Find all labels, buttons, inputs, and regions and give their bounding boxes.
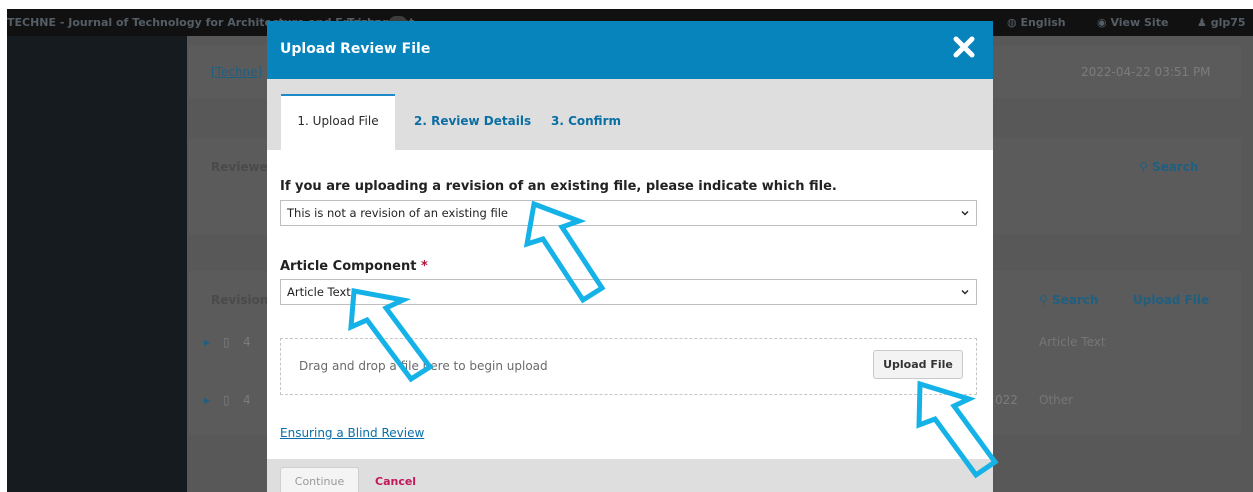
file-component: Article Text [1039,335,1106,349]
dropzone-text: Drag and drop a file here to begin uploa… [299,359,548,373]
expand-row-icon[interactable]: ▸ [204,335,210,349]
file-icon: ▯ [223,335,230,349]
file-date: 022 [995,393,1018,407]
file-id: 4 [243,335,251,349]
revision-select-value: This is not a revision of an existing fi… [287,206,508,220]
revisions-search[interactable]: ⚲ Search [1039,293,1098,307]
search-label: Search [1051,293,1099,307]
view-site-link[interactable]: ◉ View Site [1097,16,1168,29]
search-label: Search [1151,160,1199,174]
view-site-label: View Site [1110,16,1169,29]
modal-header: Upload Review File [267,21,993,79]
sidebar [7,36,187,492]
continue-button[interactable]: Continue [280,467,359,492]
revision-field-label: If you are uploading a revision of an ex… [280,179,837,194]
user-menu[interactable]: ♟ glp75 [1197,16,1246,29]
blind-review-link[interactable]: Ensuring a Blind Review [280,426,424,440]
upload-review-file-modal: Upload Review File 1. Upload File 2. Rev… [267,21,993,492]
search-icon: ⚲ [1139,160,1148,174]
file-component: Other [1039,393,1074,407]
search-icon: ⚲ [1039,293,1048,307]
modal-tabs: 1. Upload File 2. Review Details 3. Conf… [267,79,993,150]
revision-select[interactable]: This is not a revision of an existing fi… [280,200,977,226]
expand-row-icon[interactable]: ▸ [204,393,210,407]
cancel-link[interactable]: Cancel [375,475,416,488]
tab-confirm[interactable]: 3. Confirm [551,94,621,150]
application-window: TECHNE - Journal of Technology for Archi… [7,9,1253,492]
modal-title: Upload Review File [280,41,431,57]
component-field-label: Article Component * [280,259,428,274]
component-select[interactable]: Article Text [280,279,977,305]
revisions-heading: Revisions [211,293,276,307]
tab-upload-file[interactable]: 1. Upload File [281,94,395,150]
submission-link[interactable]: [Techne] [211,65,262,79]
chevron-down-icon [961,290,969,295]
eye-icon: ◉ [1097,16,1107,29]
required-marker: * [420,259,428,274]
file-icon: ▯ [223,393,230,407]
language-menu[interactable]: ◍ English [1007,16,1066,29]
file-id: 4 [243,393,251,407]
modal-footer: Continue Cancel [267,459,993,492]
submission-date: 2022-04-22 03:51 PM [1081,65,1211,79]
reviewer-files-search[interactable]: ⚲ Search [1139,160,1198,174]
component-select-value: Article Text [287,285,351,299]
upload-file-button[interactable]: Upload File [873,350,963,379]
component-label-text: Article Component [280,259,417,274]
globe-icon: ◍ [1007,16,1017,29]
file-dropzone[interactable]: Drag and drop a file here to begin uploa… [280,338,977,395]
chevron-down-icon [961,211,969,216]
close-icon[interactable] [952,35,976,59]
tab-review-details[interactable]: 2. Review Details [414,94,531,150]
language-label: English [1020,16,1066,29]
revisions-upload-file-link[interactable]: Upload File [1133,293,1209,307]
user-label: glp75 [1210,16,1246,29]
user-icon: ♟ [1197,16,1207,29]
